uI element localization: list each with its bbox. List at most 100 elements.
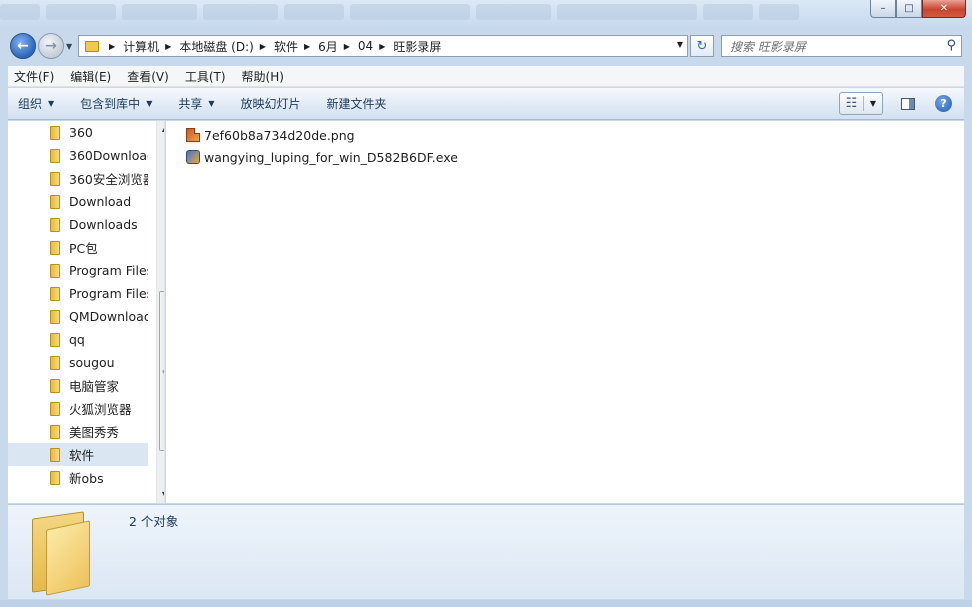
folder-icon <box>50 355 60 370</box>
back-button[interactable]: ← <box>10 33 36 59</box>
include-in-library-button[interactable]: 包含到库中 ▼ <box>70 92 162 116</box>
breadcrumb-computer[interactable]: 计算机 <box>123 36 159 56</box>
breadcrumb-june[interactable]: 6月 <box>318 36 338 56</box>
folder-icon <box>50 263 60 278</box>
scroll-thumb[interactable]: ≡ <box>159 291 164 451</box>
tree-item[interactable]: 360 <box>8 121 148 144</box>
file-name: 7ef60b8a734d20de.png <box>204 127 355 143</box>
close-button[interactable]: ✕ <box>922 0 966 18</box>
folder-icon <box>50 309 60 324</box>
tree-item-label: 360Download <box>69 148 148 163</box>
folder-icon <box>50 240 60 255</box>
command-bar: 组织 ▼ 包含到库中 ▼ 共享 ▼ 放映幻灯片 新建文件夹 ☷ ▼ ? <box>8 88 964 120</box>
share-button[interactable]: 共享 ▼ <box>168 92 224 116</box>
chevron-down-icon: ▼ <box>208 99 215 108</box>
forward-button[interactable]: → <box>38 33 64 59</box>
tree-item[interactable]: sougou <box>8 351 148 374</box>
window-bottom-border <box>0 600 972 607</box>
tree-item-label: 电脑管家 <box>69 379 120 394</box>
tree-item[interactable]: Downloads <box>8 213 148 236</box>
chevron-right-icon[interactable]: ▶ <box>165 42 171 51</box>
breadcrumb-04[interactable]: 04 <box>358 36 373 56</box>
tree-item-label: Program Files <box>69 263 148 278</box>
new-folder-button[interactable]: 新建文件夹 <box>317 92 397 116</box>
exe-file-icon <box>186 150 200 164</box>
folder-icon <box>50 470 60 485</box>
organize-button[interactable]: 组织 ▼ <box>8 92 64 116</box>
search-input[interactable]: 搜索 旺影录屏 ⚲ <box>721 35 962 57</box>
chevron-down-icon: ▼ <box>146 99 153 108</box>
tree-item-label: 360 <box>69 125 93 140</box>
refresh-icon: ↻ <box>696 38 708 54</box>
chevron-right-icon[interactable]: ▶ <box>379 42 385 51</box>
tree-item-label: Program Files <box>69 286 148 301</box>
refresh-button[interactable]: ↻ <box>690 35 714 57</box>
scroll-down-arrow[interactable]: ▼ <box>157 487 164 503</box>
tree-item[interactable]: Download <box>8 190 148 213</box>
menu-bar: 文件(F) 编辑(E) 查看(V) 工具(T) 帮助(H) <box>8 66 964 87</box>
scroll-up-arrow[interactable]: ▲ <box>157 121 164 137</box>
tree-item[interactable]: 360安全浏览器 <box>8 167 148 190</box>
menu-tools[interactable]: 工具(T) <box>185 68 226 85</box>
navigation-pane: 360 360Download 360安全浏览器 Download Downloads P… <box>8 121 165 503</box>
tree-item[interactable]: Program Files <box>8 259 148 282</box>
tree-item-label: PC包 <box>69 241 98 256</box>
folder-icon <box>50 125 60 140</box>
folder-icon <box>50 217 60 232</box>
breadcrumb-current-folder[interactable]: 旺影录屏 <box>393 36 441 56</box>
menu-file[interactable]: 文件(F) <box>14 68 54 85</box>
chevron-right-icon[interactable]: ▶ <box>109 42 115 51</box>
view-options-icon: ☷ <box>840 96 864 111</box>
menu-edit[interactable]: 编辑(E) <box>70 68 111 85</box>
preview-pane-icon[interactable] <box>901 97 915 110</box>
tree-item-label: qq <box>69 332 85 347</box>
breadcrumb-drive-d[interactable]: 本地磁盘 (D:) <box>179 36 253 56</box>
title-bar: – □ ✕ <box>0 0 972 30</box>
tree-item-label: Download <box>69 194 132 209</box>
help-icon[interactable]: ? <box>935 95 952 112</box>
tree-item[interactable]: 新obs <box>8 466 148 489</box>
tree-item-label: 软件 <box>69 448 95 463</box>
slideshow-button[interactable]: 放映幻灯片 <box>231 92 311 116</box>
tree-item[interactable]: 360Download <box>8 144 148 167</box>
maximize-button[interactable]: □ <box>896 0 922 18</box>
arrow-left-icon: ← <box>17 38 29 54</box>
arrow-right-icon: → <box>45 38 57 54</box>
tree-item-label: Downloads <box>69 217 138 232</box>
chevron-right-icon[interactable]: ▶ <box>344 42 350 51</box>
file-list: 7ef60b8a734d20de.png wangying_luping_for… <box>166 121 964 503</box>
tree-item[interactable]: PC包 <box>8 236 148 259</box>
tree-item[interactable]: 火狐浏览器 <box>8 397 148 420</box>
address-bar[interactable]: ▶ 计算机 ▶ 本地磁盘 (D:) ▶ 软件 ▶ 6月 ▶ 04 ▶ 旺影录屏 … <box>78 35 688 57</box>
tree-item[interactable]: qq <box>8 328 148 351</box>
search-icon[interactable]: ⚲ <box>946 38 956 53</box>
tree-item[interactable]: 美图秀秀 <box>8 420 148 443</box>
file-item[interactable]: 7ef60b8a734d20de.png <box>186 125 355 145</box>
tree-item-label: QMDownload <box>69 309 148 324</box>
folder-icon <box>50 378 60 393</box>
menu-help[interactable]: 帮助(H) <box>242 68 284 85</box>
tree-item[interactable]: 软件 <box>8 443 148 466</box>
folder-icon <box>50 401 60 416</box>
breadcrumb-software[interactable]: 软件 <box>274 36 298 56</box>
recent-pages-dropdown[interactable]: ▼ <box>66 42 72 51</box>
folder-icon <box>50 148 60 163</box>
file-item[interactable]: wangying_luping_for_win_D582B6DF.exe <box>186 147 458 167</box>
tree-item-label: 360安全浏览器 <box>69 172 148 187</box>
chevron-right-icon[interactable]: ▶ <box>304 42 310 51</box>
navigation-scrollbar[interactable]: ▲ ≡ ▼ <box>156 121 164 503</box>
tree-item[interactable]: Program Files <box>8 282 148 305</box>
folder-large-icon <box>32 511 92 596</box>
chevron-right-icon[interactable]: ▶ <box>260 42 266 51</box>
address-history-dropdown[interactable]: ▼ <box>677 40 683 49</box>
folder-icon <box>50 171 60 186</box>
tree-item[interactable]: QMDownload <box>8 305 148 328</box>
change-view-button[interactable]: ☷ ▼ <box>839 92 883 115</box>
file-name: wangying_luping_for_win_D582B6DF.exe <box>204 149 458 165</box>
minimize-button[interactable]: – <box>870 0 896 18</box>
tree-item[interactable]: 电脑管家 <box>8 374 148 397</box>
menu-view[interactable]: 查看(V) <box>127 68 169 85</box>
folder-icon <box>50 286 60 301</box>
tree-item-label: 火狐浏览器 <box>69 402 132 417</box>
chevron-down-icon[interactable]: ▼ <box>864 99 882 108</box>
